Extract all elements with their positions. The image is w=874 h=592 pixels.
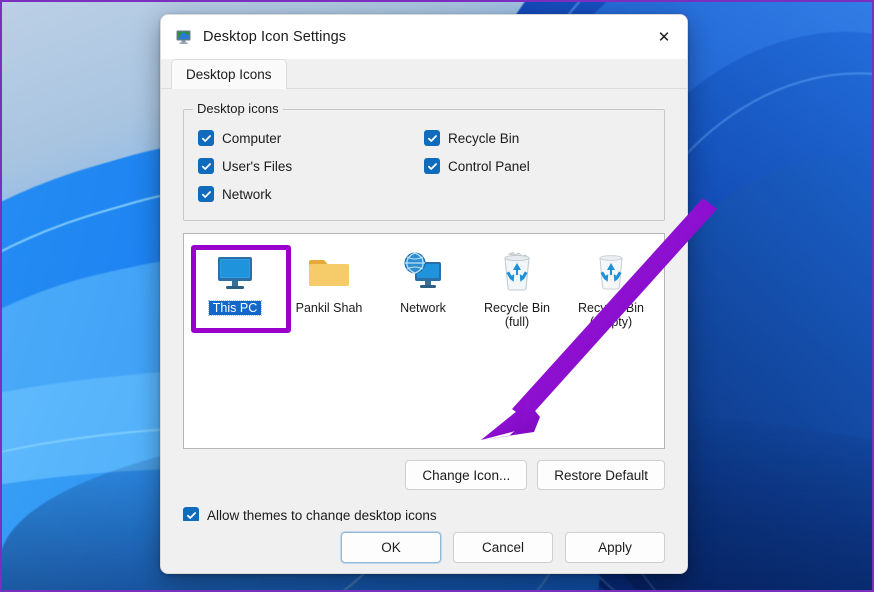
group-legend: Desktop icons — [193, 101, 283, 116]
dialog-content: Desktop icons Computer User's Files — [161, 89, 687, 523]
icon-item-network[interactable]: Network — [376, 242, 470, 329]
tab-strip: Desktop Icons — [161, 59, 687, 89]
folder-icon — [305, 248, 353, 296]
icon-action-buttons: Change Icon... Restore Default — [183, 460, 665, 490]
button-label: Apply — [598, 540, 632, 555]
tab-label: Desktop Icons — [186, 67, 272, 82]
checkbox-control-panel[interactable]: Control Panel — [424, 152, 650, 180]
icon-item-recycle-bin-empty[interactable]: Recycle Bin(empty) — [564, 242, 658, 329]
icon-row: This PC Pankil Shah — [184, 234, 664, 329]
icon-label: Recycle Bin(empty) — [576, 301, 646, 329]
checkmark-icon — [198, 158, 214, 174]
title-bar: Desktop Icon Settings ✕ — [161, 15, 687, 59]
checkbox-grid: Computer User's Files Network — [198, 124, 650, 208]
checkbox-label: Network — [222, 187, 272, 202]
icon-item-recycle-bin-full[interactable]: Recycle Bin(full) — [470, 242, 564, 329]
icon-label: Network — [398, 301, 448, 315]
icon-label: This PC — [209, 301, 261, 315]
checkbox-label: Control Panel — [448, 159, 530, 174]
window-title: Desktop Icon Settings — [203, 29, 346, 45]
cancel-button[interactable]: Cancel — [453, 532, 553, 563]
monitor-icon — [175, 28, 193, 46]
desktop-icons-groupbox: Desktop icons Computer User's Files — [183, 109, 665, 221]
checkbox-column-left: Computer User's Files Network — [198, 124, 424, 208]
computer-monitor-icon — [211, 248, 259, 296]
icon-item-pankil-shah[interactable]: Pankil Shah — [282, 242, 376, 329]
checkbox-column-right: Recycle Bin Control Panel — [424, 124, 650, 208]
checkbox-users-files[interactable]: User's Files — [198, 152, 424, 180]
recycle-bin-empty-icon — [587, 248, 635, 296]
button-label: Cancel — [482, 540, 524, 555]
apply-button[interactable]: Apply — [565, 532, 665, 563]
checkbox-label: Computer — [222, 131, 281, 146]
change-icon-button[interactable]: Change Icon... — [405, 460, 527, 490]
checkbox-label: Recycle Bin — [448, 131, 519, 146]
icon-item-this-pc[interactable]: This PC — [188, 242, 282, 329]
checkmark-icon — [424, 158, 440, 174]
close-icon[interactable]: ✕ — [641, 15, 687, 59]
checkbox-computer[interactable]: Computer — [198, 124, 424, 152]
icon-label: Recycle Bin(full) — [482, 301, 552, 329]
tab-desktop-icons[interactable]: Desktop Icons — [171, 59, 287, 89]
checkmark-icon — [424, 130, 440, 146]
checkmark-icon — [198, 130, 214, 146]
network-globe-icon — [399, 248, 447, 296]
recycle-bin-full-icon — [493, 248, 541, 296]
dialog-footer: OK Cancel Apply — [161, 521, 687, 573]
icon-preview-list[interactable]: This PC Pankil Shah — [183, 233, 665, 449]
checkbox-recycle-bin[interactable]: Recycle Bin — [424, 124, 650, 152]
button-label: Restore Default — [554, 468, 648, 483]
desktop-icon-settings-dialog: Desktop Icon Settings ✕ Desktop Icons De… — [160, 14, 688, 574]
checkbox-label: User's Files — [222, 159, 292, 174]
ok-button[interactable]: OK — [341, 532, 441, 563]
button-label: Change Icon... — [422, 468, 510, 483]
icon-label: Pankil Shah — [294, 301, 365, 315]
checkbox-network[interactable]: Network — [198, 180, 424, 208]
button-label: OK — [381, 540, 401, 555]
checkmark-icon — [198, 186, 214, 202]
restore-default-button[interactable]: Restore Default — [537, 460, 665, 490]
